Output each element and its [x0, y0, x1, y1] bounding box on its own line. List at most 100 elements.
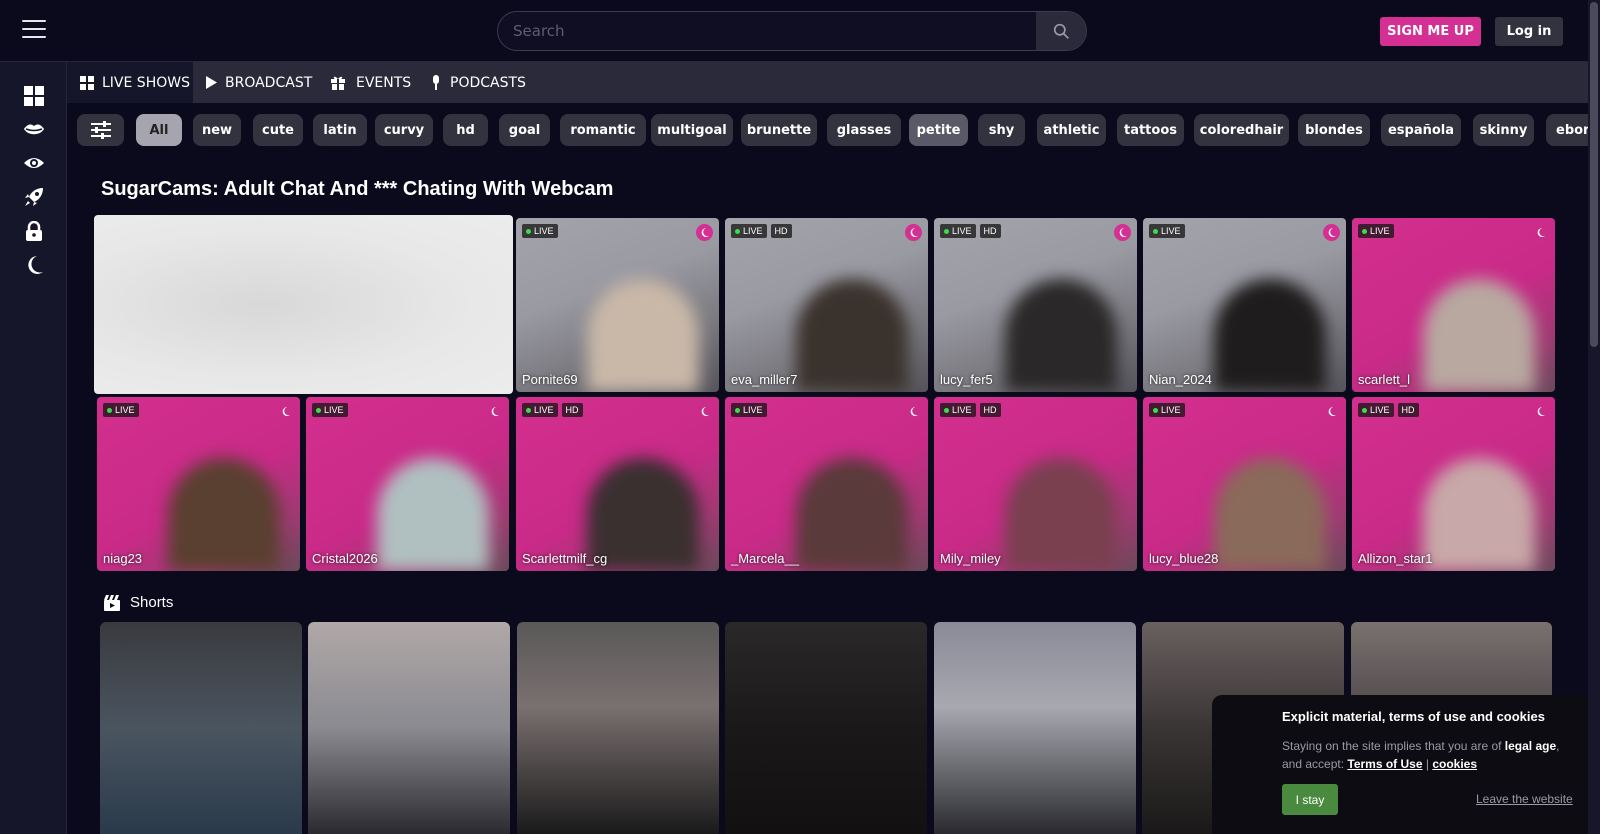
stream-card[interactable]: LIVE HD Mily_miley: [934, 397, 1137, 571]
chip-curvy[interactable]: curvy: [375, 114, 433, 146]
chip-petite[interactable]: petite: [909, 114, 968, 146]
cookie-consent-popup: Explicit material, terms of use and cook…: [1212, 695, 1600, 834]
performer-name: Cristal2026: [312, 551, 378, 566]
sign-up-button[interactable]: SIGN ME UP: [1380, 17, 1481, 46]
grid-icon: [80, 75, 94, 90]
chip-espanola[interactable]: española: [1381, 114, 1461, 146]
short-video-card[interactable]: [934, 622, 1136, 834]
stream-card[interactable]: LIVE HD eva_miller7: [725, 218, 928, 392]
live-badge: LIVE: [103, 403, 139, 417]
crescent-logo-icon[interactable]: [486, 403, 503, 420]
crescent-logo-icon[interactable]: [1323, 403, 1340, 420]
stream-card[interactable]: LIVE _Marcela__: [725, 397, 928, 571]
scrollbar-thumb[interactable]: [1590, 2, 1598, 347]
stream-card[interactable]: LIVE niag23: [97, 397, 300, 571]
featured-stream-card[interactable]: [94, 215, 513, 394]
crescent-logo-icon[interactable]: [277, 403, 294, 420]
log-in-button[interactable]: Log in: [1495, 17, 1563, 46]
filter-settings-button[interactable]: [77, 114, 124, 146]
live-badge: LIVE: [1358, 224, 1394, 238]
crescent-logo-icon[interactable]: [22, 253, 46, 277]
chip-skinny[interactable]: skinny: [1473, 114, 1534, 146]
eye-icon[interactable]: [22, 151, 46, 175]
terms-of-use-link[interactable]: Terms of Use: [1347, 757, 1422, 771]
stream-card[interactable]: LIVE Nian_2024: [1143, 218, 1346, 392]
stream-card[interactable]: LIVE lucy_blue28: [1143, 397, 1346, 571]
chip-blondes[interactable]: blondes: [1298, 114, 1370, 146]
chip-coloredhair[interactable]: coloredhair: [1194, 114, 1289, 146]
search-input[interactable]: [498, 12, 1037, 50]
performer-name: Mily_miley: [940, 551, 1001, 566]
crescent-logo-icon[interactable]: [905, 403, 922, 420]
leave-website-link[interactable]: Leave the website: [1476, 792, 1573, 806]
lock-icon[interactable]: [22, 219, 46, 243]
sliders-icon: [90, 121, 111, 139]
performer-name: Allizon_star1: [1358, 551, 1433, 566]
shorts-heading: Shorts: [104, 594, 173, 611]
lips-icon[interactable]: [22, 118, 46, 142]
chip-brunette[interactable]: brunette: [741, 114, 817, 146]
gift-icon: [331, 75, 345, 90]
short-video-card[interactable]: [517, 622, 719, 834]
crescent-logo-icon[interactable]: [1532, 403, 1549, 420]
stream-card[interactable]: LIVE scarlett_l: [1352, 218, 1555, 392]
cookies-link[interactable]: cookies: [1432, 757, 1477, 771]
chip-all[interactable]: All: [136, 114, 182, 146]
chip-goal[interactable]: goal: [499, 114, 550, 146]
short-video-card[interactable]: [725, 622, 927, 834]
crescent-logo-icon[interactable]: [1114, 224, 1131, 241]
tab-broadcast[interactable]: BROADCAST: [206, 62, 312, 103]
tab-label: PODCASTS: [450, 74, 526, 91]
crescent-logo-icon[interactable]: [905, 224, 922, 241]
rocket-icon[interactable]: [22, 185, 46, 209]
i-stay-button[interactable]: I stay: [1282, 784, 1338, 815]
header: SIGN ME UP Log in: [0, 0, 1588, 62]
short-video-card[interactable]: [100, 622, 302, 834]
play-icon: [206, 76, 217, 89]
crescent-logo-icon[interactable]: [1532, 224, 1549, 241]
hd-badge: HD: [979, 224, 1001, 238]
stream-card[interactable]: LIVE Pornite69: [516, 218, 719, 392]
chip-shy[interactable]: shy: [978, 114, 1025, 146]
sidebar: [0, 62, 67, 834]
stream-card[interactable]: LIVE HD Allizon_star1: [1352, 397, 1555, 571]
chip-latin[interactable]: latin: [313, 114, 367, 146]
hamburger-menu-icon[interactable]: [22, 20, 46, 42]
page-scrollbar[interactable]: [1588, 0, 1600, 834]
hd-badge: HD: [979, 403, 1001, 417]
chip-athletic[interactable]: athletic: [1037, 114, 1106, 146]
stream-card[interactable]: LIVE HD Scarlettmilf_cg: [516, 397, 719, 571]
chip-multigoal[interactable]: multigoal: [651, 114, 733, 146]
filter-chips: All new cute latin curvy hd goal romanti…: [67, 103, 1588, 157]
search-bar: [497, 11, 1087, 51]
crescent-logo-icon[interactable]: [1323, 224, 1340, 241]
hd-badge: HD: [1397, 403, 1419, 417]
chip-ebony[interactable]: ebony: [1546, 114, 1588, 146]
live-badge: LIVE: [522, 403, 558, 417]
cookie-title: Explicit material, terms of use and cook…: [1282, 709, 1545, 724]
crescent-logo-icon[interactable]: [696, 403, 713, 420]
stream-card[interactable]: LIVE HD lucy_fer5: [934, 218, 1137, 392]
tab-label: EVENTS: [356, 74, 412, 91]
cookie-text: Staying on the site implies that you are…: [1282, 739, 1560, 771]
chip-romantic[interactable]: romantic: [560, 114, 646, 146]
tab-label: BROADCAST: [225, 74, 313, 91]
stream-card[interactable]: LIVE Cristal2026: [306, 397, 509, 571]
performer-name: Scarlettmilf_cg: [522, 551, 608, 566]
chip-cute[interactable]: cute: [253, 114, 303, 146]
chip-glasses[interactable]: glasses: [827, 114, 901, 146]
chip-new[interactable]: new: [193, 114, 241, 146]
short-video-card[interactable]: [308, 622, 510, 834]
tab-live-shows[interactable]: LIVE SHOWS: [67, 62, 193, 103]
performer-name: _Marcela__: [731, 551, 799, 566]
tab-podcasts[interactable]: PODCASTS: [432, 62, 526, 103]
tab-label: LIVE SHOWS: [102, 74, 190, 91]
search-button[interactable]: [1036, 12, 1086, 50]
grid-icon[interactable]: [22, 84, 46, 108]
performer-name: Nian_2024: [1149, 372, 1212, 387]
crescent-logo-icon[interactable]: [696, 224, 713, 241]
chip-tattoos[interactable]: tattoos: [1117, 114, 1184, 146]
chip-hd[interactable]: hd: [443, 114, 488, 146]
tab-events[interactable]: EVENTS: [331, 62, 411, 103]
live-badge: LIVE: [522, 224, 558, 238]
